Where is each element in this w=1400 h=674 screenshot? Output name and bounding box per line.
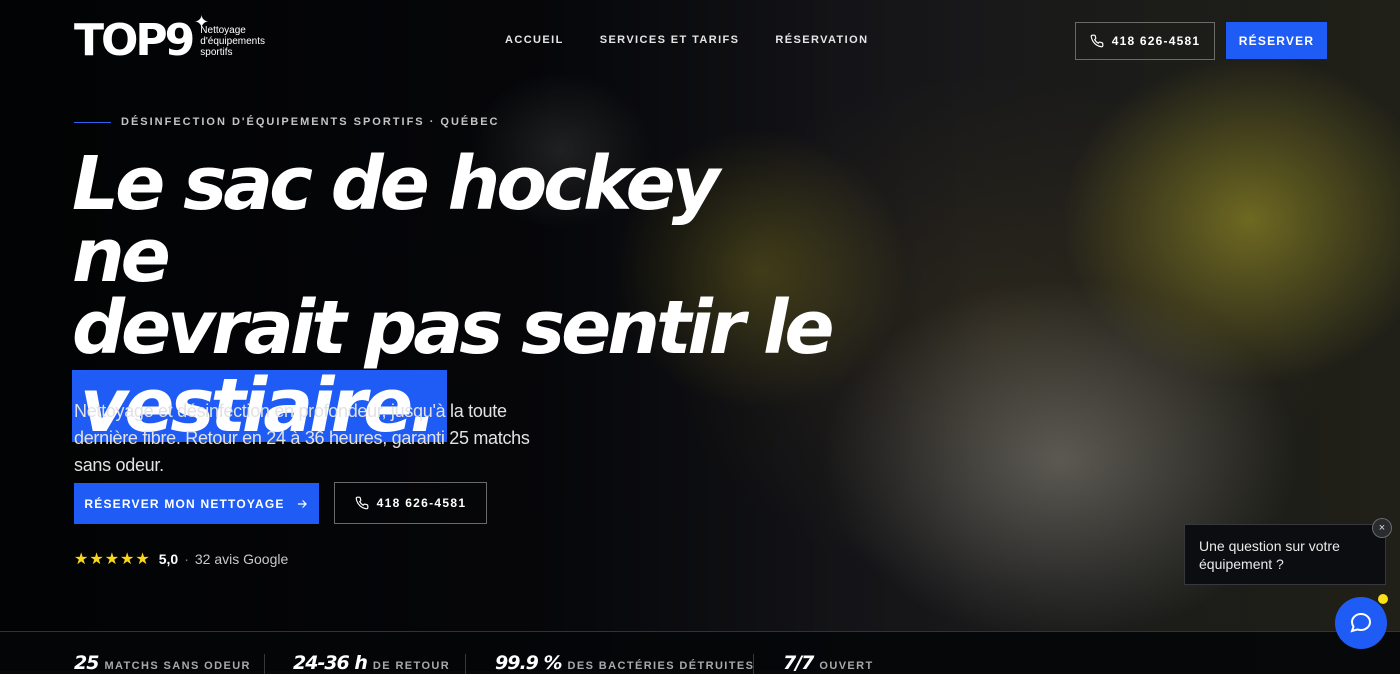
main-nav: ACCUEIL SERVICES ET TARIFS RÉSERVATION xyxy=(505,34,904,46)
stat-divider xyxy=(264,654,265,674)
nav-item-accueil[interactable]: ACCUEIL xyxy=(505,34,564,46)
phone-icon xyxy=(1090,34,1104,48)
star-icons: ★★★★★ xyxy=(74,551,151,568)
hero-lede: Nettoyage et désinfection en profondeur,… xyxy=(74,401,530,475)
book-cleaning-button[interactable]: RÉSERVER MON NETTOYAGE xyxy=(74,483,319,524)
google-rating: ★★★★★ 5,0 · 32 avis Google xyxy=(74,549,288,569)
eyebrow-line xyxy=(74,121,111,123)
chat-launcher-button[interactable] xyxy=(1335,597,1387,649)
close-icon[interactable]: × xyxy=(1372,518,1392,538)
headline-line-1: Le sac de hockey ne xyxy=(72,141,720,299)
header-phone-label: 418 626-4581 xyxy=(1111,34,1201,48)
stats-bar: 25 MATCHS SANS ODEUR 24-36 h DE RETOUR 9… xyxy=(0,631,1400,674)
stat-label: DE RETOUR xyxy=(372,660,451,672)
stat-divider xyxy=(465,654,466,674)
stat-label: OUVERT xyxy=(819,660,874,672)
hero-eyebrow: DÉSINFECTION D'ÉQUIPEMENTS SPORTIFS · QU… xyxy=(74,116,499,128)
rating-reviews[interactable]: 32 avis Google xyxy=(195,551,288,567)
header-book-button[interactable]: RÉSERVER xyxy=(1226,22,1327,59)
logo-tagline: Nettoyage d'équipements sportifs xyxy=(200,24,266,58)
hero-phone-label: 418 626-4581 xyxy=(376,496,467,510)
phone-icon xyxy=(355,496,369,510)
chat-bubble-icon xyxy=(1350,612,1372,633)
rating-separator: · xyxy=(184,551,189,567)
eyebrow-text: DÉSINFECTION D'ÉQUIPEMENTS SPORTIFS · QU… xyxy=(121,116,500,128)
nav-item-reservation[interactable]: RÉSERVATION xyxy=(775,34,868,46)
notification-dot xyxy=(1378,594,1388,604)
rating-score: 5,0 xyxy=(158,551,179,567)
chat-prompt-text: Une question sur votre équipement ? xyxy=(1199,538,1340,572)
chat-prompt-card[interactable]: Une question sur votre équipement ? xyxy=(1184,524,1386,585)
header-phone-button[interactable]: 418 626-4581 xyxy=(1075,22,1215,60)
arrow-right-icon xyxy=(297,499,307,508)
stat-label: DES BACTÉRIES DÉTRUITES xyxy=(567,660,755,672)
logo-wordmark: TOP9 xyxy=(74,15,195,66)
stat-divider xyxy=(753,654,754,674)
stat-label: MATCHS SANS ODEUR xyxy=(104,660,251,672)
logo[interactable]: TOP9 ✦ Nettoyage d'équipements sportifs xyxy=(74,12,270,66)
headline-line-2: devrait pas sentir le xyxy=(72,285,835,371)
nav-item-services[interactable]: SERVICES ET TARIFS xyxy=(600,34,740,46)
hero-phone-button[interactable]: 418 626-4581 xyxy=(334,482,487,524)
sparkle-icon: ✦ xyxy=(194,12,210,32)
book-cleaning-label: RÉSERVER MON NETTOYAGE xyxy=(84,496,285,511)
